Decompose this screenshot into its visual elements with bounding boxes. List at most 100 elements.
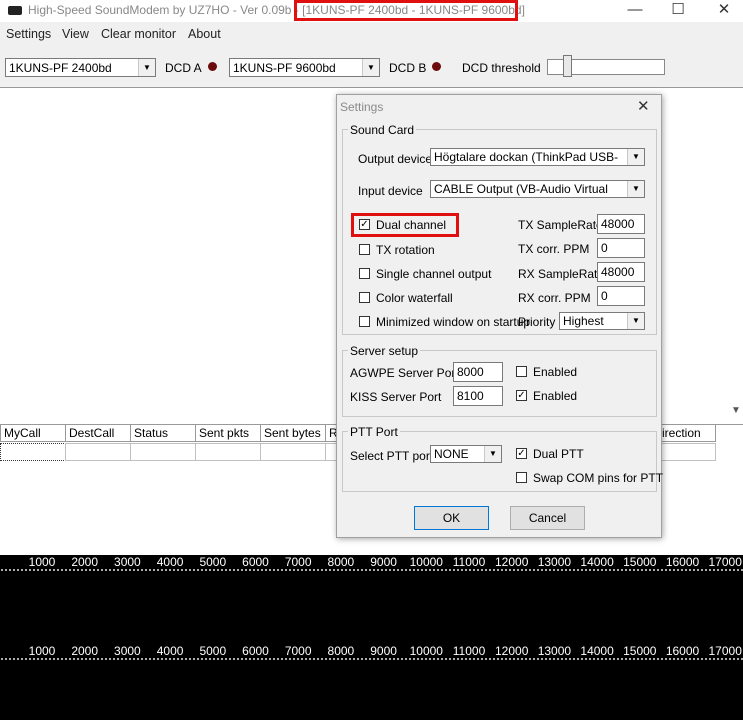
dcd-a-indicator-icon: [208, 62, 217, 71]
modem-a-value: 1KUNS-PF 2400bd: [9, 61, 112, 75]
minimize-button[interactable]: —: [612, 0, 658, 22]
frequency-tick-label: 4000: [156, 644, 184, 658]
frequency-tick-label: 1000: [28, 555, 56, 569]
tx-rotation-label: TX rotation: [376, 243, 435, 257]
single-channel-checkbox[interactable]: [359, 268, 370, 279]
priority-select[interactable]: Highest ▼: [559, 312, 645, 330]
frequency-tick-label: 9000: [370, 644, 397, 658]
kiss-enabled-checkbox[interactable]: ✓: [516, 390, 527, 401]
agwpe-port-input[interactable]: 8000: [453, 362, 503, 382]
scroll-down-arrow-icon[interactable]: ▼: [731, 405, 741, 416]
table-cell: [658, 443, 716, 461]
col-destcall[interactable]: DestCall: [65, 424, 131, 442]
chevron-down-icon: ▼: [627, 313, 644, 329]
input-device-label: Input device: [358, 184, 423, 198]
priority-label: Priority: [518, 315, 556, 329]
agwpe-port-label: AGWPE Server Port: [350, 366, 459, 380]
col-sent-bytes[interactable]: Sent bytes: [260, 424, 326, 442]
tx-rotation-checkbox[interactable]: [359, 244, 370, 255]
table-cell: [260, 443, 326, 461]
chevron-down-icon: ▼: [627, 181, 644, 197]
frequency-tick-label: 3000: [114, 555, 141, 569]
chevron-down-icon: ▼: [362, 59, 379, 76]
frequency-tick-label: 13000: [537, 555, 572, 569]
rx-samplerate-label: RX SampleRate: [518, 267, 605, 281]
table-cell: [195, 443, 261, 461]
menu-settings[interactable]: Settings: [6, 27, 51, 41]
tx-samplerate-input[interactable]: 48000: [597, 214, 645, 234]
output-device-select[interactable]: Högtalare dockan (ThinkPad USB- ▼: [430, 148, 645, 166]
waterfall-display: 1000 2000 3000 4000 5000 6000 7000 8000 9000 1000…: [0, 555, 743, 720]
frequency-tick-label: 16000: [665, 644, 700, 658]
menu-view[interactable]: View: [62, 27, 89, 41]
agwpe-enabled-label: Enabled: [533, 365, 578, 379]
modem-b-value: 1KUNS-PF 9600bd: [233, 61, 336, 75]
dcd-b-label: DCD B: [389, 61, 427, 75]
col-direction[interactable]: irection: [658, 424, 716, 442]
checkmark-icon: ✓: [517, 390, 526, 401]
modem-a-select[interactable]: 1KUNS-PF 2400bd ▼: [5, 58, 156, 77]
frequency-tick-label: 15000: [623, 644, 657, 658]
table-cell: [65, 443, 131, 461]
tx-ppm-input[interactable]: 0: [597, 238, 645, 258]
kiss-enabled-label: Enabled: [533, 389, 578, 403]
frequency-tick-label: 11000: [452, 555, 486, 569]
color-waterfall-checkbox[interactable]: [359, 292, 370, 303]
frequency-tick-label: 11000: [452, 644, 486, 658]
tx-samplerate-label: TX SampleRate: [518, 218, 603, 232]
frequency-tick-label: 7000: [284, 644, 312, 658]
frequency-tick-label: 2000: [71, 555, 99, 569]
frequency-tick-label: 10000: [409, 555, 443, 569]
dcd-threshold-label: DCD threshold: [462, 61, 541, 75]
cancel-button[interactable]: Cancel: [510, 506, 585, 530]
swap-com-checkbox[interactable]: [516, 472, 527, 483]
dual-ptt-label: Dual PTT: [533, 447, 584, 461]
sound-card-group-title: Sound Card: [348, 123, 417, 137]
frequency-tick-label: 16000: [665, 555, 700, 569]
color-waterfall-label: Color waterfall: [376, 291, 453, 305]
frequency-tick-label: 12000: [495, 644, 529, 658]
dcd-threshold-slider-thumb[interactable]: [563, 55, 573, 77]
output-device-label: Output device: [358, 152, 433, 166]
app-icon: [8, 6, 22, 15]
frequency-tick-label: 6000: [242, 644, 269, 658]
ptt-port-select[interactable]: NONE ▼: [430, 445, 502, 463]
dcd-b-indicator-icon: [432, 62, 441, 71]
dialog-title: Settings: [340, 100, 384, 114]
chevron-down-icon: ▼: [138, 59, 155, 76]
rx-samplerate-input[interactable]: 48000: [597, 262, 645, 282]
agwpe-enabled-checkbox[interactable]: [516, 366, 527, 377]
rx-ppm-label: RX corr. PPM: [518, 291, 591, 305]
frequency-tick-label: 10000: [409, 644, 443, 658]
input-device-value: CABLE Output (VB-Audio Virtual: [434, 182, 608, 196]
frequency-tick-label: 7000: [284, 555, 312, 569]
rx-ppm-input[interactable]: 0: [597, 286, 645, 306]
frequency-tick-label: 4000: [156, 555, 184, 569]
col-sent-pkts[interactable]: Sent pkts: [195, 424, 261, 442]
chevron-down-icon: ▼: [484, 446, 501, 462]
frequency-tick-label: 17000: [708, 644, 742, 658]
dual-ptt-checkbox[interactable]: ✓: [516, 448, 527, 459]
frequency-tick-label: 13000: [537, 644, 572, 658]
dialog-close-icon[interactable]: ✕: [637, 97, 650, 115]
close-button[interactable]: ✕: [701, 0, 743, 22]
frequency-tick-label: 8000: [327, 555, 355, 569]
minimized-startup-checkbox[interactable]: [359, 316, 370, 327]
frequency-tick-label: 6000: [242, 555, 269, 569]
kiss-port-input[interactable]: 8100: [453, 386, 503, 406]
table-cell: [130, 443, 196, 461]
kiss-port-label: KISS Server Port: [350, 390, 442, 404]
frequency-tick-label: 8000: [327, 644, 355, 658]
modem-b-select[interactable]: 1KUNS-PF 9600bd ▼: [229, 58, 380, 77]
table-cell[interactable]: [0, 443, 66, 461]
frequency-tick-label: 9000: [370, 555, 397, 569]
ptt-port-group-title: PTT Port: [348, 425, 400, 439]
maximize-button[interactable]: ☐: [655, 0, 701, 22]
menu-clear-monitor[interactable]: Clear monitor: [101, 27, 176, 41]
frequency-tick-label: 14000: [580, 644, 614, 658]
menu-about[interactable]: About: [188, 27, 221, 41]
col-mycall[interactable]: MyCall: [0, 424, 66, 442]
ok-button[interactable]: OK: [414, 506, 489, 530]
col-status[interactable]: Status: [130, 424, 196, 442]
input-device-select[interactable]: CABLE Output (VB-Audio Virtual ▼: [430, 180, 645, 198]
